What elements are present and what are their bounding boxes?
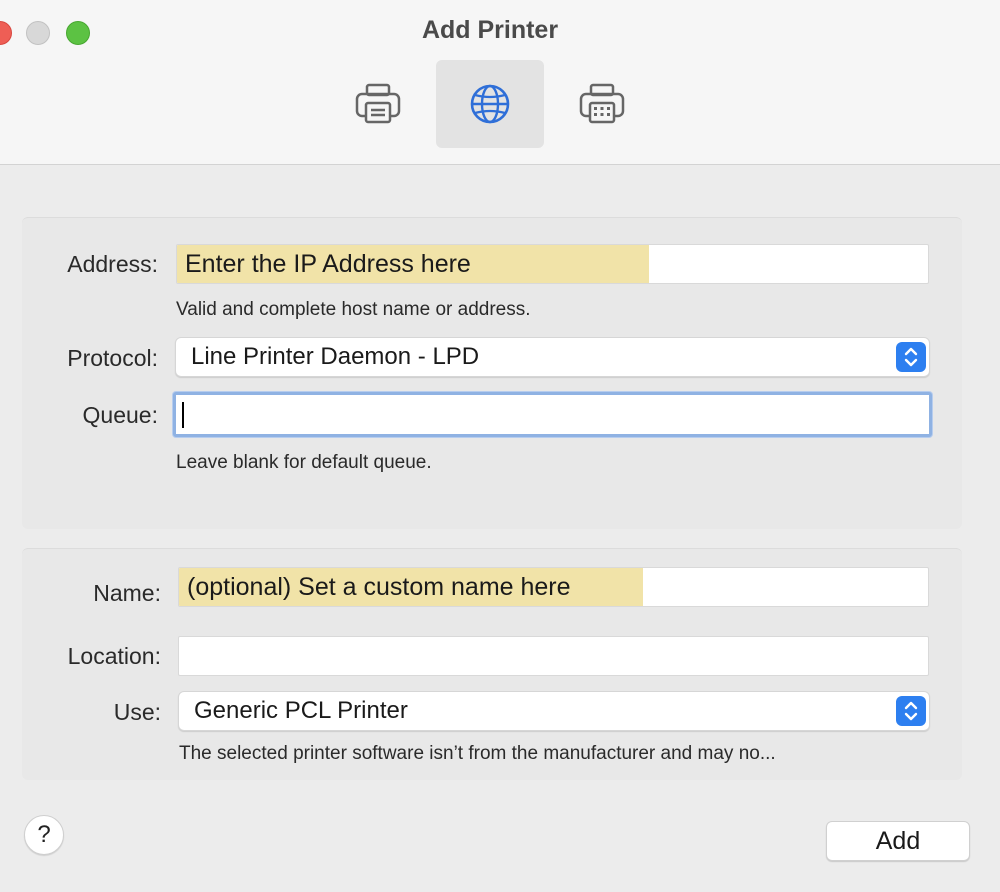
text-caret — [182, 401, 184, 428]
add-button[interactable]: Add — [826, 821, 970, 861]
queue-field[interactable] — [173, 392, 932, 437]
name-field[interactable]: (optional) Set a custom name here — [178, 567, 929, 607]
toolbar-default-button[interactable] — [324, 60, 432, 148]
name-value: (optional) Set a custom name here — [179, 568, 643, 606]
location-label: Location: — [67, 643, 161, 669]
address-field[interactable]: Enter the IP Address here — [176, 244, 929, 284]
windows-printer-icon — [579, 83, 625, 124]
window-titlebar: Add Printer — [0, 0, 1000, 165]
address-value: Enter the IP Address here — [177, 245, 649, 283]
queue-label: Queue: — [82, 402, 158, 428]
chevron-updown-icon — [896, 696, 926, 726]
use-value: Generic PCL Printer — [194, 697, 408, 724]
protocol-select[interactable]: Line Printer Daemon - LPD — [175, 337, 930, 377]
protocol-value: Line Printer Daemon - LPD — [191, 343, 480, 370]
use-label: Use: — [113, 699, 161, 725]
ip-globe-icon — [470, 84, 510, 124]
help-button[interactable]: ? — [24, 815, 64, 855]
chevron-updown-icon — [896, 342, 926, 372]
toolbar-windows-button[interactable] — [548, 60, 656, 148]
window-title: Add Printer — [421, 16, 559, 44]
address-label: Address: — [67, 251, 158, 277]
name-label: Name: — [93, 580, 161, 606]
use-select[interactable]: Generic PCL Printer — [178, 691, 930, 731]
protocol-label: Protocol: — [67, 345, 158, 371]
queue-hint: Leave blank for default queue. — [176, 452, 432, 473]
location-field[interactable] — [178, 636, 929, 676]
toolbar-ip-button[interactable] — [436, 60, 544, 148]
address-hint: Valid and complete host name or address. — [176, 299, 531, 320]
use-hint: The selected printer software isn’t from… — [179, 743, 776, 764]
default-printer-icon — [355, 83, 401, 124]
